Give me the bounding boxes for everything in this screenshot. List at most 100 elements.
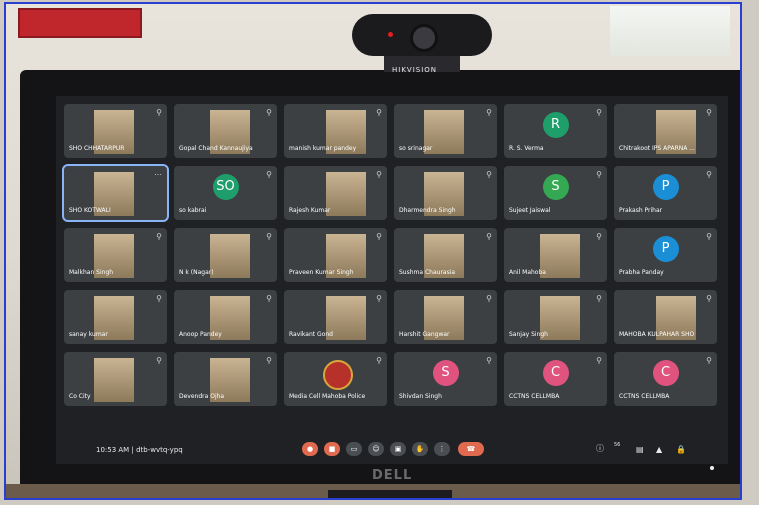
participant-tile[interactable]: ⚲ Harshit Gangwar — [394, 290, 497, 344]
participant-name: Shivdan Singh — [399, 393, 442, 400]
camera-toggle-button[interactable]: ■ — [324, 442, 340, 456]
participant-name: CCTNS CELLMBA — [619, 393, 670, 400]
mic-off-icon: ⚲ — [486, 294, 492, 303]
mic-toggle-button[interactable]: ● — [302, 442, 318, 456]
mic-off-icon: ⚲ — [706, 356, 712, 365]
participant-tile[interactable]: ⚲ Co City — [64, 352, 167, 406]
participant-tile[interactable]: SO ⚲ so kabrai — [174, 166, 277, 220]
mic-off-icon: ⚲ — [156, 294, 162, 303]
participant-tile[interactable]: ⚲ N k (Nagar) — [174, 228, 277, 282]
meeting-toolbar: 10:53 AM | dtb-wvtq-ypq ● ■ ▭ ☺ ▣ ✋ ⋮ ☎ … — [56, 440, 728, 464]
participant-tile[interactable]: ⚲ Ravikant Gond — [284, 290, 387, 344]
participant-name: Harshit Gangwar — [399, 331, 450, 338]
participant-name: Devendra Ojha — [179, 393, 225, 400]
participant-tile[interactable]: C ⚲ CCTNS CELLMBA — [504, 352, 607, 406]
monitor-brand: DELL — [372, 468, 413, 483]
participant-tile[interactable]: ⚲ Media Cell Mahoba Police — [284, 352, 387, 406]
meet-screen: ⚲ SHO CHHATARPUR ⚲ Gopal Chand Kannaujiya ⚲ m… — [56, 96, 728, 464]
info-icon[interactable]: ⓘ — [596, 443, 604, 454]
mic-off-icon: ⚲ — [266, 232, 272, 241]
participant-avatar: S — [432, 360, 459, 386]
mic-off-icon: ⚲ — [486, 170, 492, 179]
participant-tile[interactable]: P ⚲ Prabha Panday — [614, 228, 717, 282]
people-count-badge: 56 — [614, 442, 621, 448]
police-emblem-icon — [322, 360, 353, 390]
participant-name: R. S. Verma — [509, 145, 544, 152]
participant-tile[interactable]: ⚲ sanay kumar — [64, 290, 167, 344]
activities-icon[interactable]: ▲ — [656, 445, 662, 454]
participant-tile[interactable]: P ⚲ Prakash Prihar — [614, 166, 717, 220]
participant-name: Anoop Pandey — [179, 331, 222, 338]
mic-off-icon: ⚲ — [706, 232, 712, 241]
participant-tile[interactable]: ⚲ Anoop Pandey — [174, 290, 277, 344]
reactions-button[interactable]: ☺ — [368, 442, 384, 456]
participant-avatar: P — [652, 174, 679, 200]
participant-tile[interactable]: ⚲ Chitrakoot IPS APARNA ... — [614, 104, 717, 158]
participant-avatar: P — [652, 236, 679, 262]
mic-off-icon: ⚲ — [486, 108, 492, 117]
captions-button[interactable]: ▭ — [346, 442, 362, 456]
participant-tile[interactable]: ⚲ manish kumar pandey — [284, 104, 387, 158]
mic-off-icon: ⚲ — [706, 170, 712, 179]
mic-off-icon: ⚲ — [596, 232, 602, 241]
participant-tile[interactable]: R ⚲ R. S. Verma — [504, 104, 607, 158]
mic-off-icon: ⚲ — [596, 108, 602, 117]
participant-name: SHO KOTWALI — [69, 207, 111, 214]
mic-off-icon: ⚲ — [376, 232, 382, 241]
host-controls-icon[interactable]: 🔒 — [676, 445, 686, 454]
participant-video — [540, 234, 580, 278]
participant-tile[interactable]: ⚲ Malkhan Singh — [64, 228, 167, 282]
chat-icon[interactable]: ▤ — [636, 445, 644, 454]
present-button[interactable]: ▣ — [390, 442, 406, 456]
more-options-button[interactable]: ⋮ — [434, 442, 450, 456]
participant-name: Rajesh Kumar — [289, 207, 331, 214]
participant-name: CCTNS CELLMBA — [509, 393, 560, 400]
participant-tile[interactable]: ⚲ Devendra Ojha — [174, 352, 277, 406]
participant-avatar: R — [542, 112, 569, 138]
participant-name: Ravikant Gond — [289, 331, 333, 338]
mic-off-icon: ⚲ — [266, 108, 272, 117]
mic-off-icon: ⋯ — [154, 170, 162, 179]
participant-tile[interactable]: ⋯ SHO KOTWALI — [62, 164, 169, 222]
mic-off-icon: ⚲ — [156, 232, 162, 241]
participant-video — [94, 358, 134, 402]
webcam-brand: HIKVISION — [392, 66, 438, 74]
participant-tile[interactable]: ⚲ MAHOBA KULPAHAR SHO — [614, 290, 717, 344]
participant-tile[interactable]: ⚲ so srinagar — [394, 104, 497, 158]
participant-tile[interactable]: ⚲ Rajesh Kumar — [284, 166, 387, 220]
people-icon[interactable]: 56 — [614, 442, 621, 454]
participant-tile[interactable]: ⚲ Gopal Chand Kannaujiya — [174, 104, 277, 158]
webcam — [352, 14, 492, 56]
raise-hand-button[interactable]: ✋ — [412, 442, 428, 456]
participant-name: Prakash Prihar — [619, 207, 663, 214]
mic-off-icon: ⚲ — [376, 170, 382, 179]
participant-tile[interactable]: ⚲ Sanjay Singh — [504, 290, 607, 344]
participant-name: sanay kumar — [69, 331, 108, 338]
participant-name: Sushma Chaurasia — [399, 269, 456, 276]
participant-name: manish kumar pandey — [289, 145, 357, 152]
mic-off-icon: ⚲ — [486, 356, 492, 365]
meeting-separator: | — [131, 446, 134, 454]
mic-off-icon: ⚲ — [266, 170, 272, 179]
participant-tile[interactable]: S ⚲ Shivdan Singh — [394, 352, 497, 406]
meeting-info: 10:53 AM | dtb-wvtq-ypq — [96, 446, 183, 454]
participant-tile[interactable]: ⚲ Praveen Kumar Singh — [284, 228, 387, 282]
mic-off-icon: ⚲ — [156, 108, 162, 117]
participant-tile[interactable]: C ⚲ CCTNS CELLMBA — [614, 352, 717, 406]
meeting-code: dtb-wvtq-ypq — [136, 446, 183, 454]
participant-name: Sanjay Singh — [509, 331, 548, 338]
wall-sign — [18, 8, 142, 38]
participant-tile[interactable]: ⚲ Dharmendra Singh — [394, 166, 497, 220]
monitor-stand — [328, 490, 452, 498]
participant-tile[interactable]: ⚲ SHO CHHATARPUR — [64, 104, 167, 158]
participant-tile[interactable]: ⚲ Sushma Chaurasia — [394, 228, 497, 282]
mic-off-icon: ⚲ — [156, 356, 162, 365]
mic-off-icon: ⚲ — [266, 294, 272, 303]
mic-off-icon: ⚲ — [376, 108, 382, 117]
participant-name: Co City — [69, 393, 91, 400]
participant-name: so srinagar — [399, 145, 433, 152]
leave-call-button[interactable]: ☎ — [458, 442, 484, 456]
participant-name: Anil Mahoba — [509, 269, 546, 276]
participant-tile[interactable]: S ⚲ Sujeet Jaiswal — [504, 166, 607, 220]
participant-tile[interactable]: ⚲ Anil Mahoba — [504, 228, 607, 282]
